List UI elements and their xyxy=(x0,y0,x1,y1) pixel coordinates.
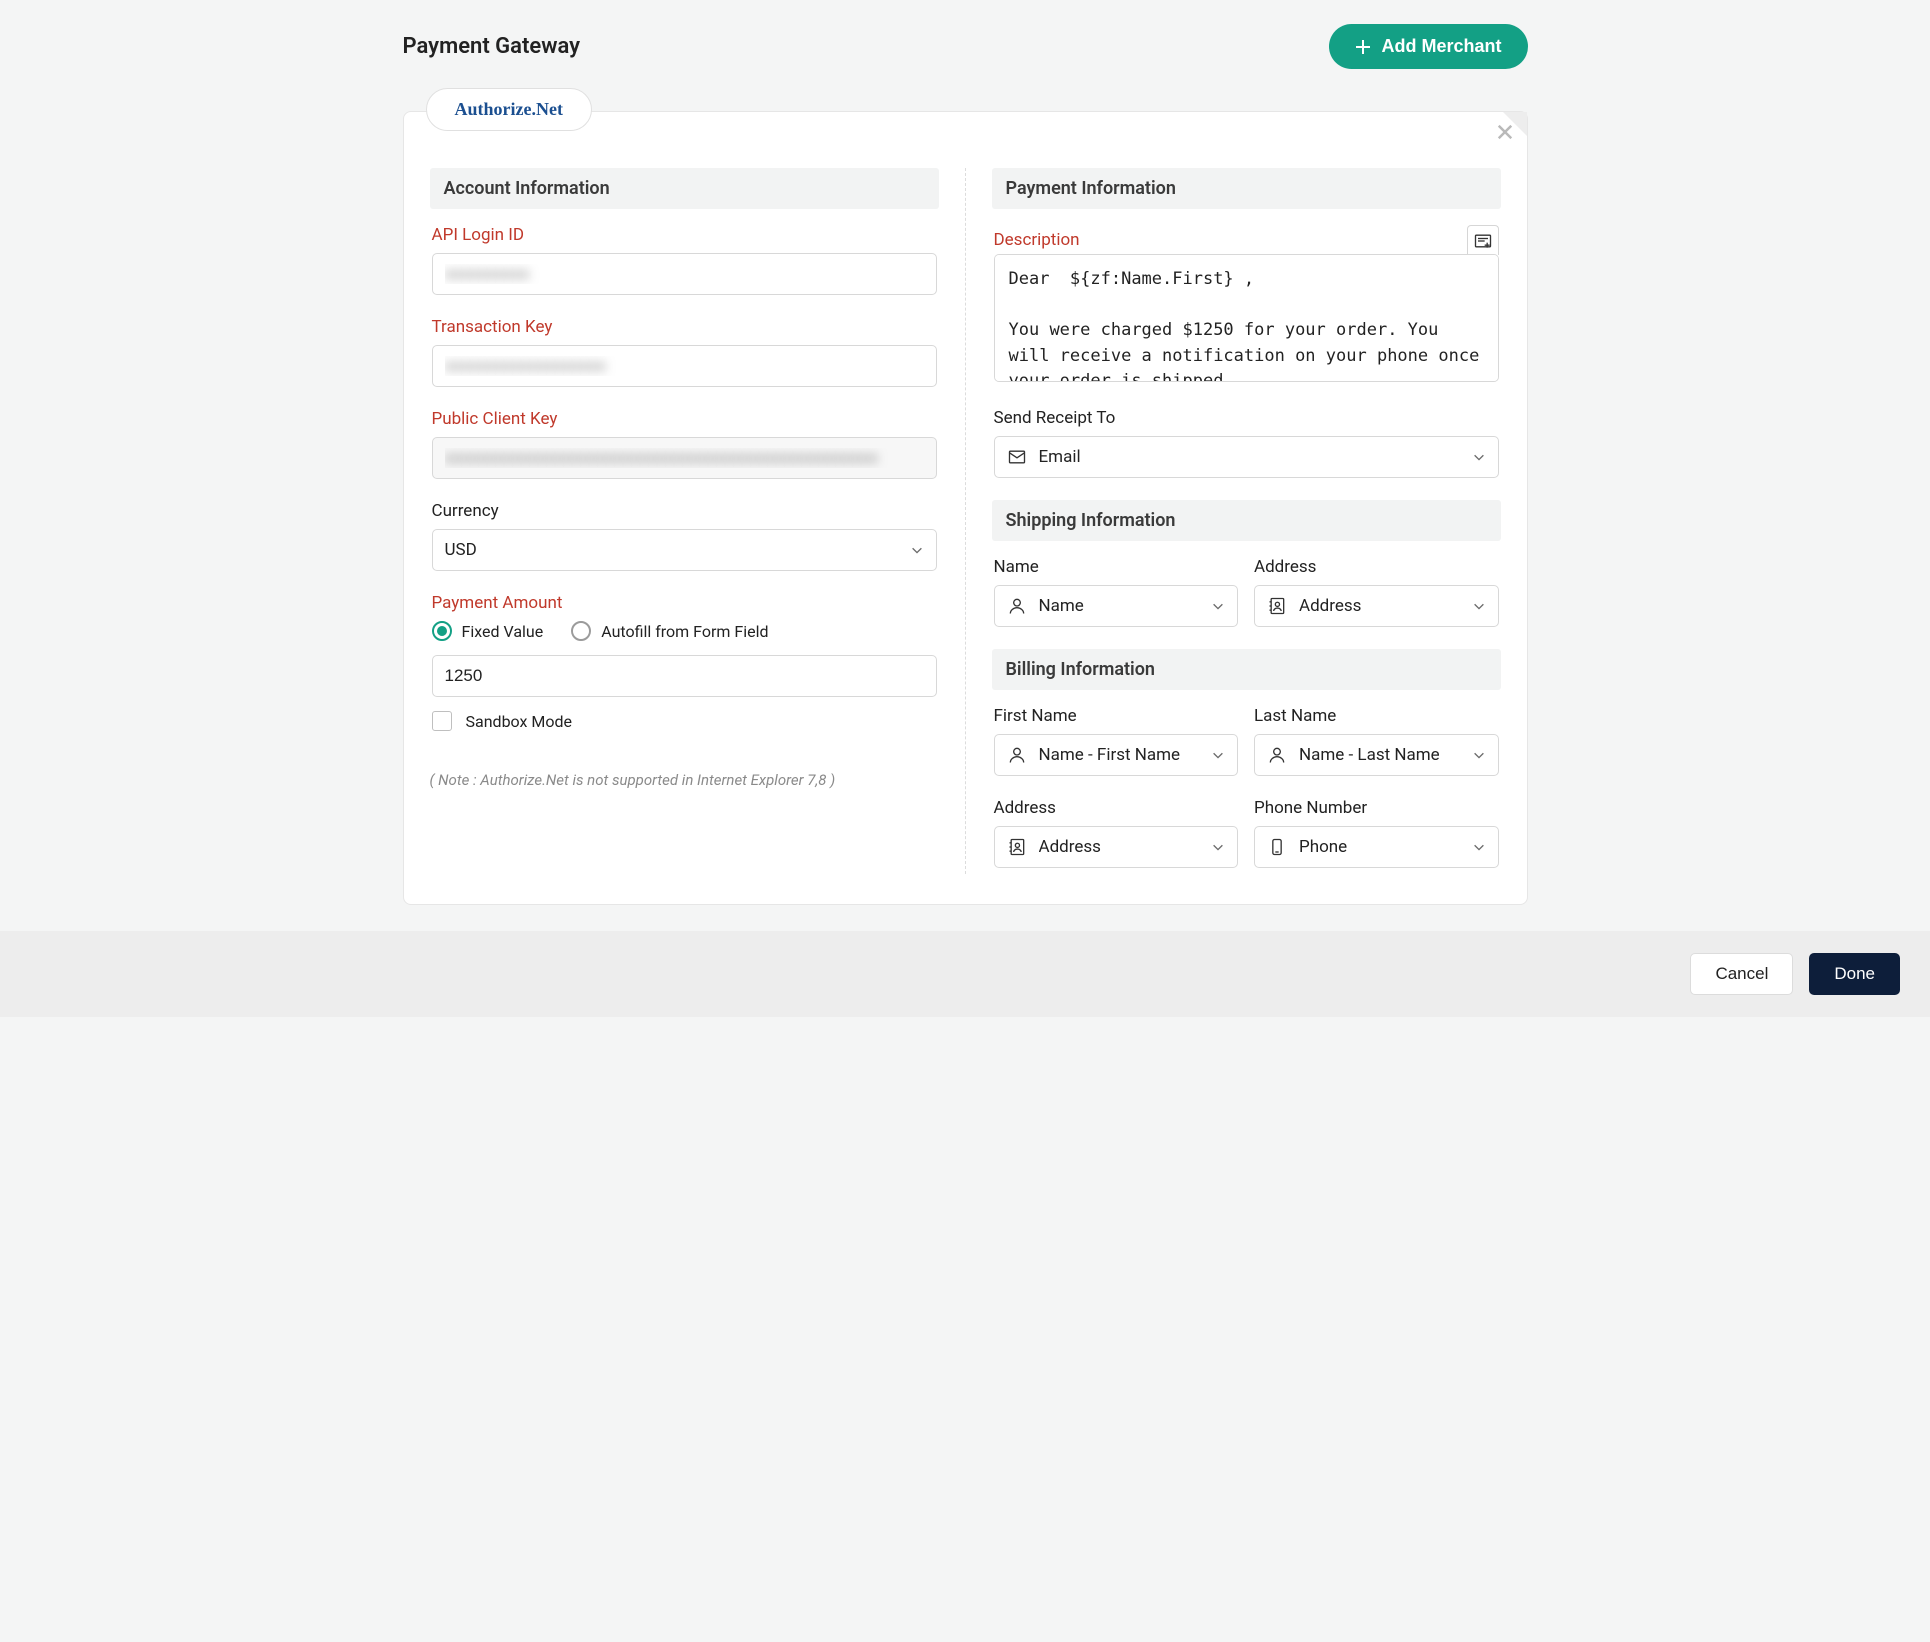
plus-icon xyxy=(1355,39,1371,55)
billing-first-name-label: First Name xyxy=(994,706,1239,726)
billing-last-name-label: Last Name xyxy=(1254,706,1499,726)
radio-fixed-value[interactable]: Fixed Value xyxy=(432,621,544,641)
send-receipt-label: Send Receipt To xyxy=(994,408,1499,428)
chevron-down-icon xyxy=(1472,599,1486,613)
mail-icon xyxy=(1007,447,1027,467)
payment-info-header: Payment Information xyxy=(992,168,1501,209)
insert-token-button[interactable] xyxy=(1467,225,1499,255)
person-icon xyxy=(1007,745,1027,765)
billing-phone-value: Phone xyxy=(1299,837,1347,857)
chevron-down-icon xyxy=(1211,748,1225,762)
billing-last-name-select[interactable]: Name - Last Name xyxy=(1254,734,1499,776)
payment-amount-label: Payment Amount xyxy=(432,593,937,613)
shipping-name-label: Name xyxy=(994,557,1239,577)
account-info-header: Account Information xyxy=(430,168,939,209)
address-book-icon xyxy=(1007,837,1027,857)
billing-address-label: Address xyxy=(994,798,1239,818)
shipping-address-label: Address xyxy=(1254,557,1499,577)
footer-bar: Cancel Done xyxy=(0,931,1930,1017)
radio-fixed-label: Fixed Value xyxy=(462,622,544,641)
browser-support-note: ( Note : Authorize.Net is not supported … xyxy=(430,771,939,789)
billing-address-value: Address xyxy=(1039,837,1101,857)
currency-label: Currency xyxy=(432,501,937,521)
billing-first-name-value: Name - First Name xyxy=(1039,745,1181,765)
public-client-key-label: Public Client Key xyxy=(432,409,937,429)
payment-amount-input[interactable] xyxy=(432,655,937,697)
billing-first-name-select[interactable]: Name - First Name xyxy=(994,734,1239,776)
shipping-address-select[interactable]: Address xyxy=(1254,585,1499,627)
shipping-info-header: Shipping Information xyxy=(992,500,1501,541)
billing-phone-label: Phone Number xyxy=(1254,798,1499,818)
person-icon xyxy=(1007,596,1027,616)
close-icon xyxy=(1495,122,1515,142)
radio-autofill[interactable]: Autofill from Form Field xyxy=(571,621,768,641)
chevron-down-icon xyxy=(1211,599,1225,613)
done-button[interactable]: Done xyxy=(1809,953,1900,995)
chevron-down-icon xyxy=(1472,748,1486,762)
billing-last-name-value: Name - Last Name xyxy=(1299,745,1440,765)
description-label: Description xyxy=(994,230,1080,250)
send-receipt-select[interactable]: Email xyxy=(994,436,1499,478)
chevron-down-icon xyxy=(1211,840,1225,854)
chevron-down-icon xyxy=(1472,840,1486,854)
merchant-tab[interactable]: Authorize.Net xyxy=(426,88,592,131)
radio-autofill-label: Autofill from Form Field xyxy=(601,622,768,641)
shipping-name-select[interactable]: Name xyxy=(994,585,1239,627)
sandbox-label: Sandbox Mode xyxy=(466,712,573,731)
radio-icon-selected xyxy=(432,621,452,641)
radio-icon-unselected xyxy=(571,621,591,641)
currency-value: USD xyxy=(445,540,477,560)
description-textarea[interactable] xyxy=(994,254,1499,382)
person-icon xyxy=(1267,745,1287,765)
chevron-down-icon xyxy=(910,543,924,557)
insert-field-icon xyxy=(1473,231,1493,251)
api-login-id-input[interactable] xyxy=(432,253,937,295)
close-card-button[interactable] xyxy=(1495,122,1515,142)
chevron-down-icon xyxy=(1472,450,1486,464)
send-receipt-value: Email xyxy=(1039,447,1081,467)
add-merchant-label: Add Merchant xyxy=(1381,36,1501,57)
page-title: Payment Gateway xyxy=(403,34,581,59)
merchant-card: Authorize.Net Account Information API Lo… xyxy=(403,111,1528,905)
api-login-id-label: API Login ID xyxy=(432,225,937,245)
shipping-address-value: Address xyxy=(1299,596,1361,616)
add-merchant-button[interactable]: Add Merchant xyxy=(1329,24,1527,69)
public-client-key-input[interactable] xyxy=(432,437,937,479)
shipping-name-value: Name xyxy=(1039,596,1084,616)
phone-icon xyxy=(1267,837,1287,857)
transaction-key-label: Transaction Key xyxy=(432,317,937,337)
cancel-button[interactable]: Cancel xyxy=(1690,953,1793,995)
transaction-key-input[interactable] xyxy=(432,345,937,387)
billing-phone-select[interactable]: Phone xyxy=(1254,826,1499,868)
address-book-icon xyxy=(1267,596,1287,616)
billing-info-header: Billing Information xyxy=(992,649,1501,690)
billing-address-select[interactable]: Address xyxy=(994,826,1239,868)
sandbox-checkbox[interactable] xyxy=(432,711,452,731)
currency-select[interactable]: USD xyxy=(432,529,937,571)
